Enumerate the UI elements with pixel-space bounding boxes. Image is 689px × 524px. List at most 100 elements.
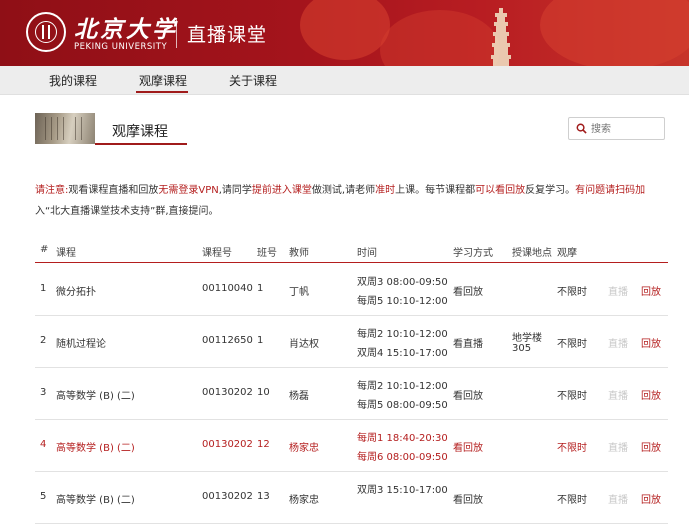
nav-my-courses[interactable]: 我的课程 bbox=[49, 72, 97, 89]
cell-course: 高等数学 (B) (二) bbox=[56, 443, 135, 454]
cell-code: 00110040 bbox=[202, 283, 253, 294]
cell-watch: 不限时 bbox=[557, 391, 587, 402]
cell-teacher: 杨家忠 bbox=[289, 495, 319, 506]
notice-highlight: 提前进入课堂 bbox=[251, 185, 312, 196]
cell-mode: 看回放 bbox=[453, 287, 483, 298]
cell-time-1: 每周1 18:40-20:30 bbox=[357, 433, 448, 444]
cell-class: 10 bbox=[257, 387, 270, 398]
cell-course: 高等数学 (B) (二) bbox=[56, 391, 135, 402]
search-icon[interactable] bbox=[576, 123, 587, 134]
cell-watch: 不限时 bbox=[557, 495, 587, 506]
cell-code: 00112650 bbox=[202, 335, 253, 346]
cell-class: 12 bbox=[257, 439, 270, 450]
banner-decor bbox=[380, 10, 500, 66]
cell-teacher: 丁帆 bbox=[289, 287, 309, 298]
cell-teacher: 杨家忠 bbox=[289, 443, 319, 454]
notice-part: 反复学习。 bbox=[525, 185, 576, 196]
replay-link[interactable]: 回放 bbox=[641, 439, 661, 454]
cell-mode: 看回放 bbox=[453, 443, 483, 454]
replay-link[interactable]: 回放 bbox=[641, 387, 661, 402]
cell-index: 3 bbox=[40, 387, 47, 398]
banner-decor bbox=[540, 0, 689, 66]
notice-part: 观看课程直播和回放 bbox=[68, 185, 159, 196]
notice-highlight: 可以看回放 bbox=[475, 185, 526, 196]
cell-index: 1 bbox=[40, 283, 47, 294]
cell-course: 高等数学 (B) (二) bbox=[56, 495, 135, 506]
logo-en: PEKING UNIVERSITY bbox=[74, 42, 168, 52]
cell-watch: 不限时 bbox=[557, 287, 587, 298]
row-divider bbox=[35, 367, 668, 368]
logo-cn[interactable]: 北京大学 bbox=[74, 10, 178, 44]
cell-time-2: 每周5 10:10-12:00 bbox=[357, 296, 448, 307]
nav-observe-courses[interactable]: 观摩课程 bbox=[139, 72, 187, 89]
replay-link[interactable]: 回放 bbox=[641, 335, 661, 350]
notice-highlight: 无需登录VPN bbox=[158, 185, 219, 196]
notice-part: 做测试,请老师 bbox=[311, 185, 376, 196]
live-link[interactable]: 直播 bbox=[608, 439, 628, 454]
cell-time-1: 双周3 15:10-17:00 bbox=[357, 485, 448, 496]
row-divider bbox=[35, 471, 668, 472]
live-link[interactable]: 直播 bbox=[608, 491, 628, 506]
th-watch: 观摩 bbox=[557, 248, 577, 259]
pagoda-icon bbox=[491, 8, 511, 66]
cell-class: 1 bbox=[257, 283, 264, 294]
row-divider bbox=[35, 419, 668, 420]
live-link[interactable]: 直播 bbox=[608, 283, 628, 298]
notice-qr-link[interactable]: 有问题请扫码加 bbox=[575, 185, 645, 196]
site-header: 北京大学 PEKING UNIVERSITY 直播课堂 bbox=[0, 0, 689, 66]
th-index: # bbox=[40, 244, 49, 255]
th-class: 班号 bbox=[257, 248, 277, 259]
th-mode: 学习方式 bbox=[453, 248, 493, 259]
cell-time-1: 双周3 08:00-09:50 bbox=[357, 277, 448, 288]
cell-code: 00130202 bbox=[202, 491, 253, 502]
notice-text: 请注意:观看课程直播和回放无需登录VPN,请同学提前进入课堂做测试,请老师准时上… bbox=[35, 180, 665, 222]
cell-mode: 看回放 bbox=[453, 391, 483, 402]
section-book-image bbox=[35, 113, 95, 144]
section-title-underline bbox=[95, 143, 187, 145]
cell-watch: 不限时 bbox=[557, 443, 587, 454]
notice-part: 入“北大直播课堂技术支持”群,直接提问。 bbox=[35, 206, 219, 217]
replay-link[interactable]: 回放 bbox=[641, 491, 661, 506]
cell-location-2: 305 bbox=[512, 343, 532, 354]
live-link[interactable]: 直播 bbox=[608, 387, 628, 402]
cell-time-2: 每周5 08:00-09:50 bbox=[357, 400, 448, 411]
cell-code: 00130202 bbox=[202, 387, 253, 398]
cell-time-2: 双周4 15:10-17:00 bbox=[357, 348, 448, 359]
cell-time-2: 每周6 08:00-09:50 bbox=[357, 452, 448, 463]
search-box[interactable] bbox=[568, 117, 665, 140]
search-input[interactable] bbox=[591, 121, 661, 137]
notice-highlight: 准时 bbox=[375, 185, 396, 196]
live-link[interactable]: 直播 bbox=[608, 335, 628, 350]
th-course: 课程 bbox=[56, 248, 76, 259]
cell-mode: 看回放 bbox=[453, 495, 483, 506]
replay-link[interactable]: 回放 bbox=[641, 283, 661, 298]
main-nav: 我的课程 观摩课程 关于课程 bbox=[0, 66, 689, 95]
cell-teacher: 杨磊 bbox=[289, 391, 309, 402]
header-divider bbox=[176, 18, 177, 48]
section-title: 观摩课程 bbox=[112, 124, 168, 140]
cell-course: 微分拓扑 bbox=[56, 287, 96, 298]
th-teacher: 教师 bbox=[289, 248, 309, 259]
cell-time-1: 每周2 10:10-12:00 bbox=[357, 329, 448, 340]
row-divider bbox=[35, 315, 668, 316]
cell-class: 1 bbox=[257, 335, 264, 346]
notice-part: 上课。每节课程都 bbox=[395, 185, 476, 196]
notice-part: ,请同学 bbox=[218, 185, 252, 196]
site-title[interactable]: 直播课堂 bbox=[187, 20, 267, 47]
cell-index: 5 bbox=[40, 491, 47, 502]
cell-index: 2 bbox=[40, 335, 47, 346]
table-header-rule bbox=[35, 262, 668, 263]
cell-mode: 看直播 bbox=[453, 339, 483, 350]
nav-about-courses[interactable]: 关于课程 bbox=[229, 72, 277, 89]
cell-teacher: 肖达权 bbox=[289, 339, 319, 350]
cell-location-1: 地学楼 bbox=[512, 333, 542, 344]
banner-decor bbox=[300, 0, 390, 60]
nav-active-indicator bbox=[136, 91, 188, 93]
th-code: 课程号 bbox=[202, 248, 232, 259]
pku-seal-icon[interactable] bbox=[26, 12, 66, 52]
cell-index: 4 bbox=[40, 439, 47, 450]
cell-time-1: 每周2 10:10-12:00 bbox=[357, 381, 448, 392]
cell-code: 00130202 bbox=[202, 439, 253, 450]
th-time: 时间 bbox=[357, 248, 377, 259]
cell-class: 13 bbox=[257, 491, 270, 502]
